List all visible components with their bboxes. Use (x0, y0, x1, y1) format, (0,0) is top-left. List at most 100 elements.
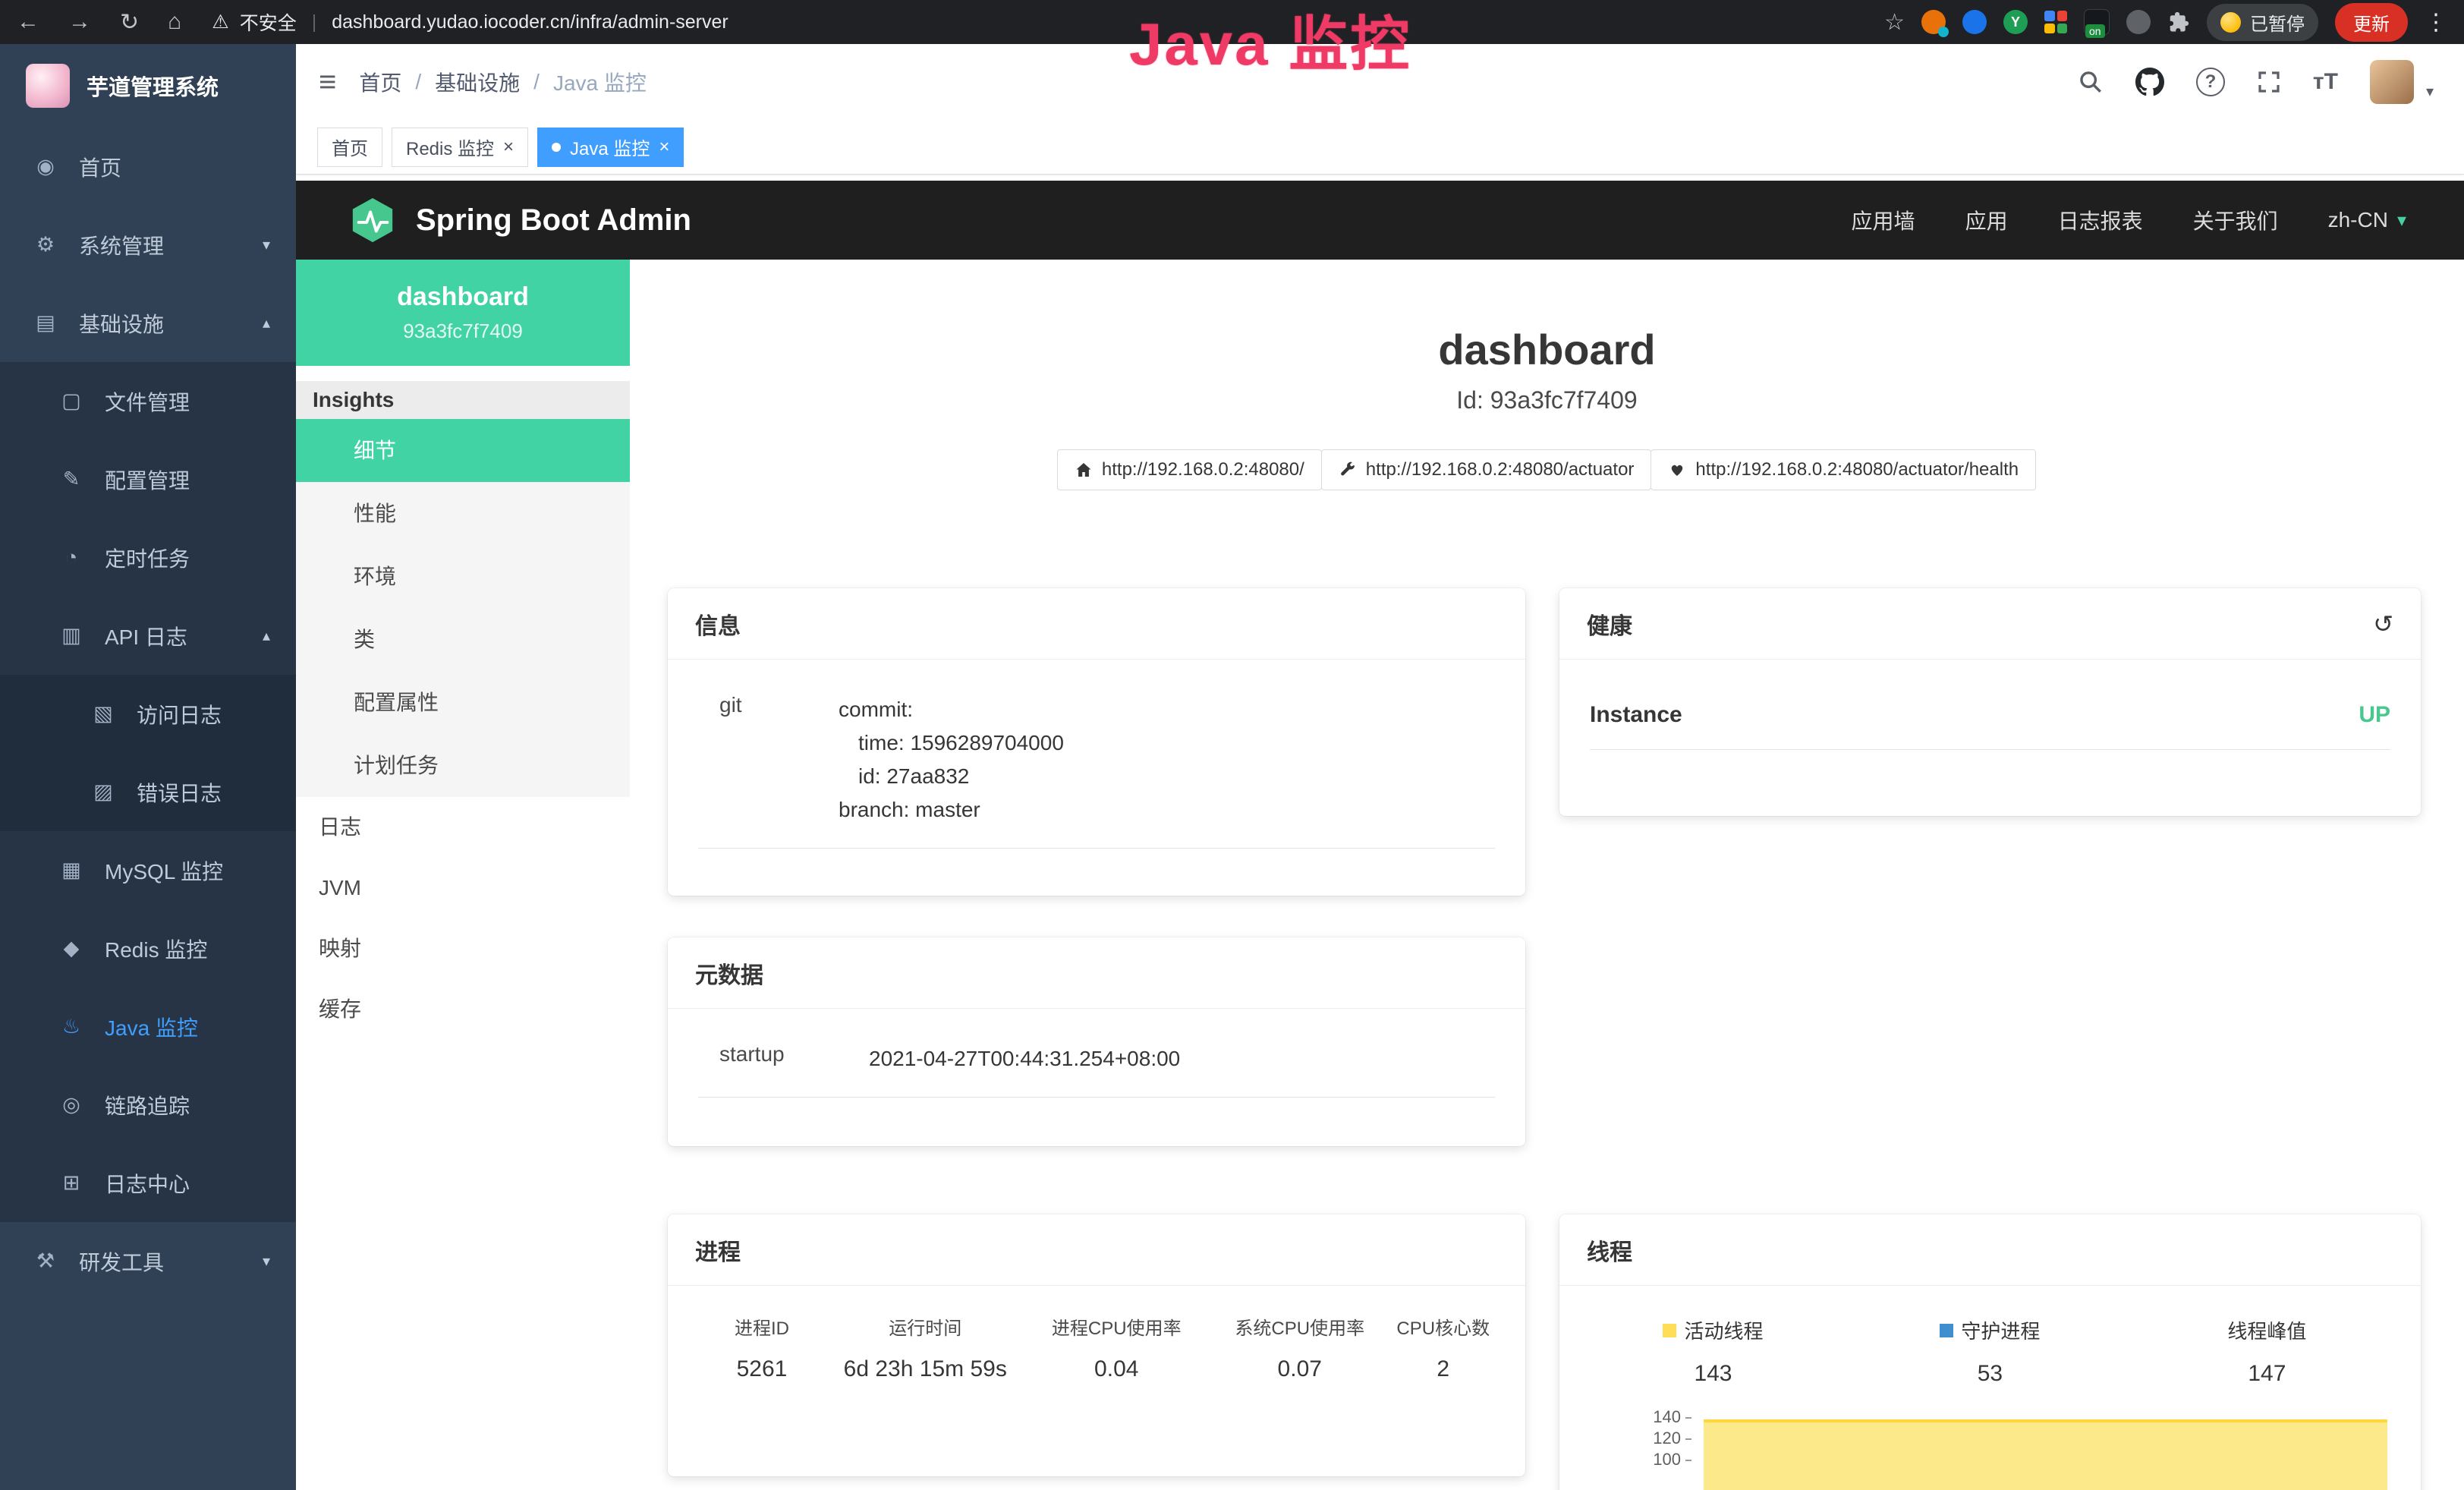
sba-nav-wall[interactable]: 应用墙 (1852, 205, 1915, 235)
sba-item-logs[interactable]: 日志 (296, 797, 630, 858)
sidebar-item-mysql[interactable]: ▦ MySQL 监控 (0, 831, 296, 909)
bookmark-star-icon[interactable]: ☆ (1884, 9, 1905, 36)
forward-icon[interactable]: → (68, 9, 91, 35)
close-icon[interactable]: × (659, 137, 669, 158)
help-icon[interactable]: ? (2196, 68, 2225, 96)
search-icon[interactable] (2078, 69, 2104, 95)
metadata-value: 2021-04-27T00:44:31.254+08:00 (869, 1042, 1180, 1076)
tab-java[interactable]: Java 监控 × (537, 128, 684, 167)
sidebar-item-config[interactable]: ✎ 配置管理 (0, 440, 296, 518)
sba-item-environment[interactable]: 环境 (296, 545, 630, 608)
paused-badge[interactable]: 已暂停 (2207, 4, 2318, 41)
breadcrumb-current: Java 监控 (553, 67, 647, 97)
col-cores: CPU核心数 (1392, 1313, 1496, 1340)
sba-nav-about[interactable]: 关于我们 (2193, 205, 2278, 235)
sidebar-item-label: 链路追踪 (105, 1090, 190, 1120)
sba-nav-journal[interactable]: 日志报表 (2058, 205, 2143, 235)
sidebar-item-label: Java 监控 (105, 1012, 198, 1042)
sba-nav-applications[interactable]: 应用 (1965, 205, 2008, 235)
trace-icon: ◎ (58, 1093, 85, 1117)
font-size-icon[interactable]: тT (2313, 69, 2338, 95)
sidebar-item-api-log[interactable]: ▥ API 日志 ▴ (0, 597, 296, 675)
threads-card-title: 线程 (1559, 1214, 2421, 1286)
sba-item-mappings[interactable]: 映射 (296, 918, 630, 979)
tab-redis[interactable]: Redis 监控 × (392, 128, 528, 167)
sidebar-item-file[interactable]: ▢ 文件管理 (0, 362, 296, 440)
git-branch-line: branch: master (839, 793, 1064, 827)
process-table-header: 进程ID 运行时间 进程CPU使用率 系统CPU使用率 CPU核心数 (698, 1313, 1495, 1340)
breadcrumb-section[interactable]: 基础设施 (435, 67, 520, 97)
sba-brand[interactable]: Spring Boot Admin (296, 197, 691, 244)
extensions-puzzle-icon[interactable] (2167, 11, 2190, 33)
sidebar-item-log-center[interactable]: ⊞ 日志中心 (0, 1144, 296, 1222)
sidebar-item-label: Redis 监控 (105, 934, 207, 964)
github-icon[interactable] (2135, 68, 2164, 96)
hamburger-icon[interactable]: ≡ (296, 65, 359, 99)
tab-home[interactable]: 首页 (317, 128, 382, 167)
daemon-threads-value: 53 (1852, 1361, 2129, 1387)
sidebar-item-java[interactable]: ♨ Java 监控 (0, 988, 296, 1066)
live-threads-value: 143 (1575, 1361, 1852, 1387)
extension-green-icon[interactable]: Y (2003, 10, 2028, 34)
col-sys-cpu: 系统CPU使用率 (1208, 1313, 1392, 1340)
browser-toolbar-right: ☆ Y on 已暂停 更新 ⋮ (1884, 3, 2447, 42)
sidebar-item-devtools[interactable]: ⚒ 研发工具 ▾ (0, 1222, 296, 1300)
close-icon[interactable]: × (503, 137, 514, 158)
legend-swatch-daemon (1940, 1324, 1953, 1337)
heart-icon (1668, 461, 1686, 479)
user-avatar[interactable] (2370, 60, 2414, 104)
breadcrumb-home[interactable]: 首页 (359, 67, 401, 97)
sba-item-caches[interactable]: 缓存 (296, 979, 630, 1040)
sba-item-scheduled[interactable]: 计划任务 (296, 734, 630, 797)
url-text[interactable]: dashboard.yudao.iocoder.cn/infra/admin-s… (332, 11, 729, 33)
extension-leaf-icon[interactable] (2126, 10, 2151, 34)
threads-chart: 140 120 100 (1590, 1404, 2390, 1490)
browser-menu-icon[interactable]: ⋮ (2425, 9, 2447, 36)
security-warning-icon: ⚠ (212, 11, 228, 33)
extension-grid-icon[interactable] (2044, 11, 2067, 33)
security-label[interactable]: 不安全 (240, 8, 297, 36)
breadcrumb-separator: / (533, 70, 540, 94)
avatar-caret-icon[interactable]: ▾ (2426, 82, 2434, 104)
app-sidebar: 芋道管理系统 ◉ 首页 ⚙ 系统管理 ▾ ▤ 基础设施 ▴ ▢ 文件管理 ✎ 配… (0, 44, 296, 1490)
service-url-button[interactable]: http://192.168.0.2:48080/ (1057, 449, 1322, 490)
sidebar-item-trace[interactable]: ◎ 链路追踪 (0, 1066, 296, 1144)
actuator-url-button[interactable]: http://192.168.0.2:48080/actuator (1321, 449, 1652, 490)
instance-header[interactable]: dashboard 93a3fc7f7409 (296, 260, 630, 366)
sidebar-item-system[interactable]: ⚙ 系统管理 ▾ (0, 206, 296, 284)
sba-item-classes[interactable]: 类 (296, 608, 630, 671)
paused-badge-label: 已暂停 (2250, 9, 2305, 36)
metadata-key: startup (698, 1042, 869, 1076)
sba-sidebar: dashboard 93a3fc7f7409 Insights 细节 性能 环境… (296, 260, 630, 1490)
reload-icon[interactable]: ↻ (120, 9, 139, 36)
ytick-120: 120 (1634, 1429, 1691, 1448)
extension-blue-icon[interactable] (1962, 10, 1987, 34)
locale-selector[interactable]: zh-CN ▾ (2328, 208, 2406, 232)
home-icon[interactable]: ⌂ (168, 9, 181, 35)
app-logo[interactable]: 芋道管理系统 (0, 44, 296, 128)
sba-item-details[interactable]: 细节 (296, 419, 630, 482)
val-uptime: 6d 23h 15m 59s (826, 1356, 1025, 1382)
extension-orange-icon[interactable] (1921, 10, 1946, 34)
home-icon (1075, 461, 1093, 479)
sba-item-properties[interactable]: 配置属性 (296, 671, 630, 734)
health-url-button[interactable]: http://192.168.0.2:48080/actuator/health (1651, 449, 2036, 490)
address-bar[interactable]: ⚠ 不安全 | dashboard.yudao.iocoder.cn/infra… (212, 8, 728, 36)
sba-item-performance[interactable]: 性能 (296, 482, 630, 545)
fullscreen-icon[interactable] (2257, 70, 2281, 94)
sidebar-item-label: 研发工具 (79, 1246, 164, 1277)
health-card-title: 健康 (1587, 607, 1632, 641)
sidebar-item-home[interactable]: ◉ 首页 (0, 128, 296, 206)
back-icon[interactable]: ← (17, 9, 39, 35)
instance-name: dashboard (397, 282, 529, 312)
sba-item-jvm[interactable]: JVM (296, 858, 630, 918)
update-button[interactable]: 更新 (2335, 3, 2408, 42)
history-icon[interactable]: ↺ (2373, 610, 2393, 638)
sidebar-item-error-log[interactable]: ▨ 错误日志 (0, 753, 296, 831)
sidebar-item-infra[interactable]: ▤ 基础设施 ▴ (0, 284, 296, 362)
sidebar-item-access-log[interactable]: ▧ 访问日志 (0, 675, 296, 753)
info-key: git (698, 693, 839, 827)
extension-on-icon[interactable]: on (2084, 9, 2110, 35)
sidebar-item-job[interactable]: ◔ 定时任务 (0, 518, 296, 597)
sidebar-item-redis[interactable]: ◆ Redis 监控 (0, 909, 296, 988)
